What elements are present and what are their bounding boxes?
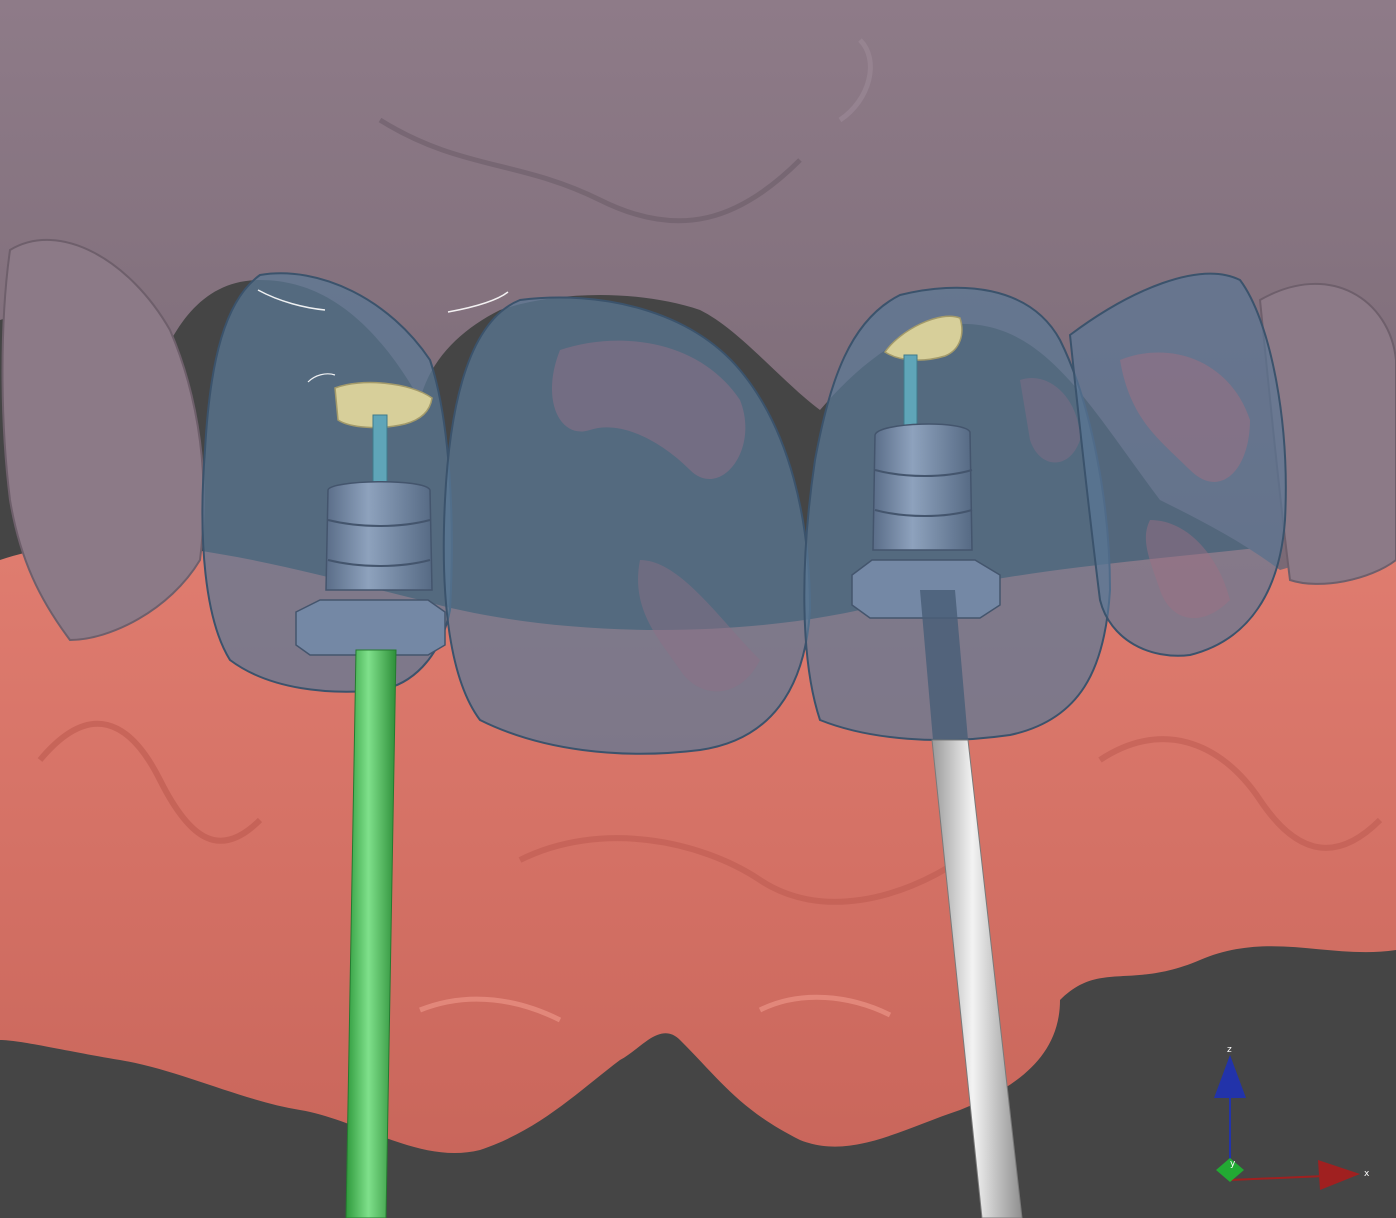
abutment-hex-left [295,599,446,656]
x-axis-arrow [1318,1160,1360,1190]
abutment-post-left [372,414,388,486]
x-axis-label: x [1364,1169,1370,1179]
abutment-body-left [325,481,433,591]
3d-viewport[interactable]: z x y [0,0,1396,1218]
axis-triad: z x y [1214,1045,1370,1190]
z-axis-arrow [1214,1055,1246,1098]
y-axis-label: y [1230,1159,1236,1169]
x-axis [1229,1175,1326,1181]
z-axis-label: z [1227,1045,1232,1055]
abutment-post-right [903,354,918,426]
dental-scene[interactable] [0,0,1396,1218]
abutment-body-right [872,423,973,551]
